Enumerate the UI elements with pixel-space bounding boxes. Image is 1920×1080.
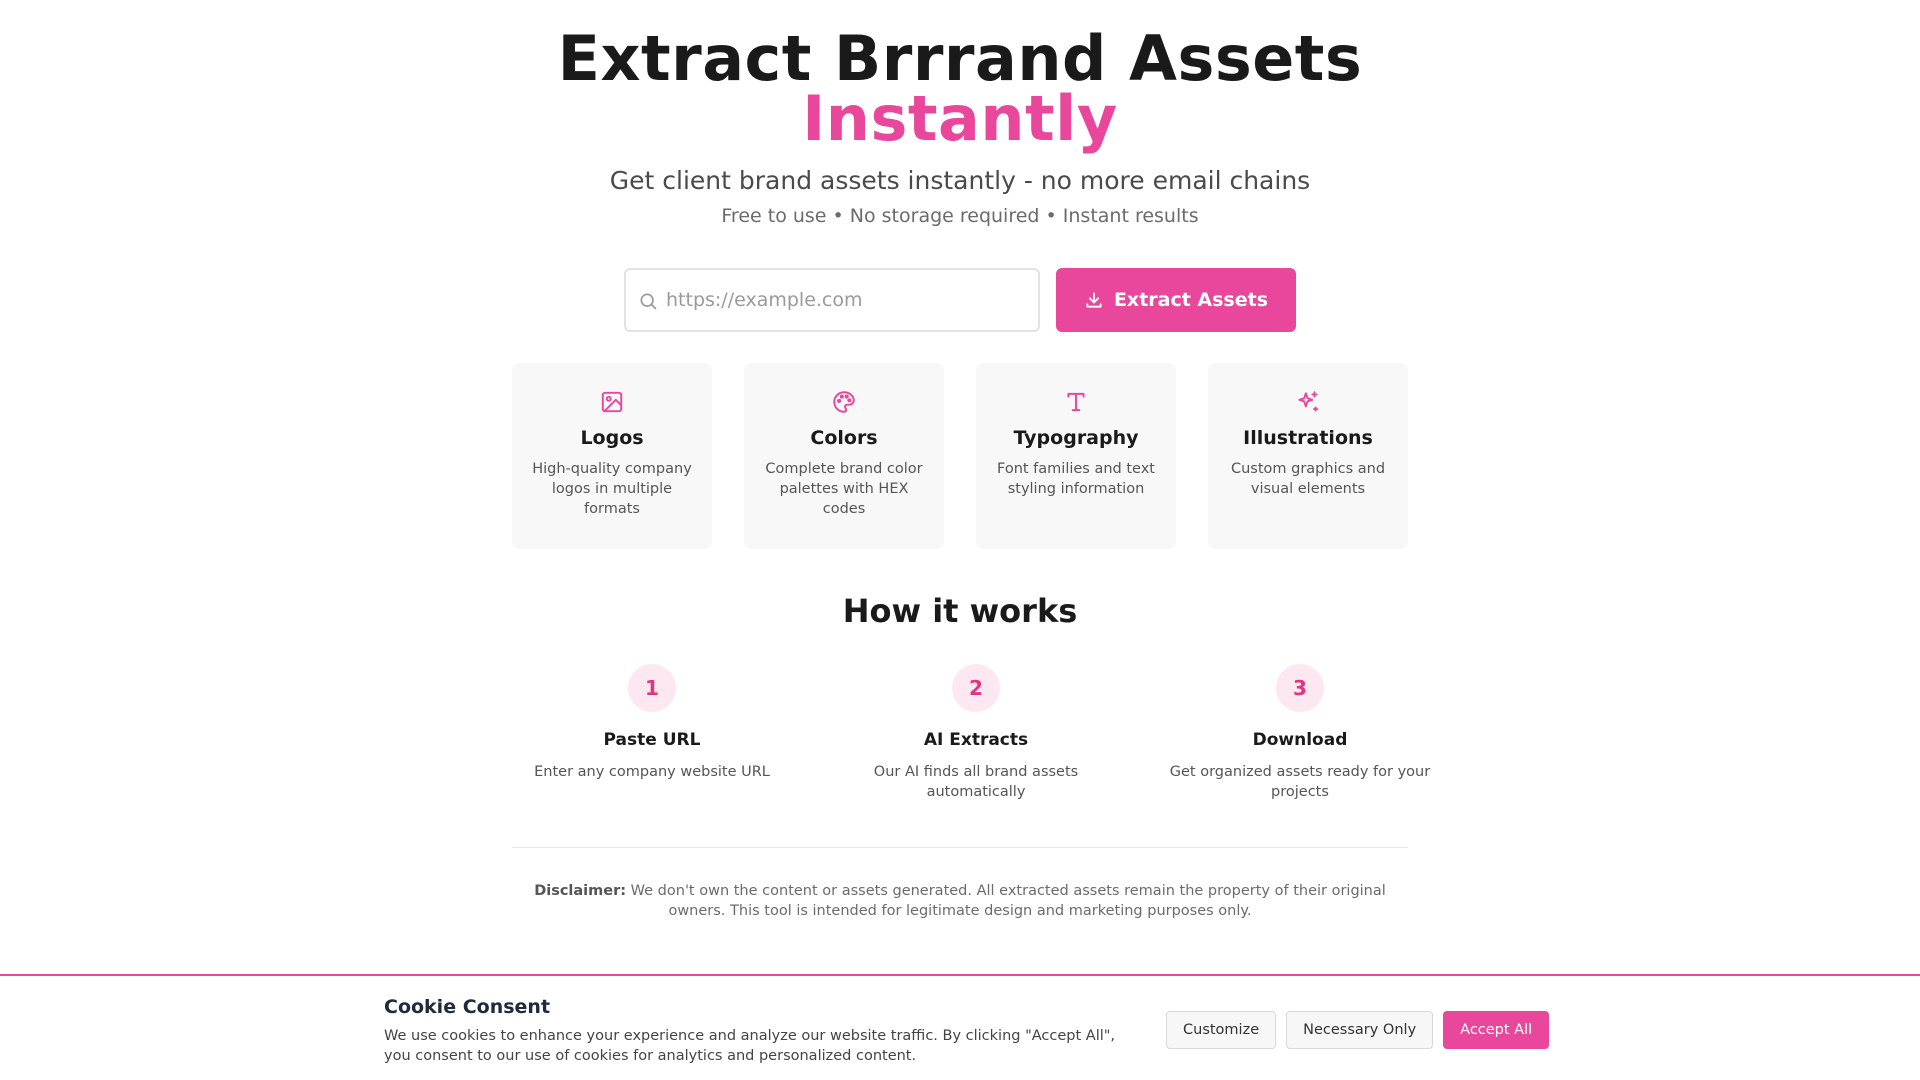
cookie-text: Cookie Consent We use cookies to enhance…	[384, 996, 1144, 1066]
step-item: 3 Download Get organized assets ready fo…	[1160, 664, 1440, 802]
feature-cards: Logos High-quality company logos in mult…	[512, 363, 1408, 549]
step-desc: Our AI finds all brand assets automatica…	[873, 764, 1079, 800]
how-it-works-title: How it works	[842, 592, 1078, 630]
cookie-consent-banner: Cookie Consent We use cookies to enhance…	[0, 974, 1920, 1080]
step-title: AI Extracts	[923, 730, 1029, 750]
image-icon	[601, 391, 623, 413]
steps: 1 Paste URL Enter any company website UR…	[512, 664, 1440, 802]
step-desc: Get organized assets ready for your proj…	[1169, 764, 1431, 800]
sparkles-icon	[1298, 391, 1319, 412]
hero-subtitle: Get client brand assets instantly - no m…	[609, 166, 1311, 195]
step-title: Download	[1252, 730, 1348, 750]
feature-desc: Custom graphics and visual elements	[1230, 461, 1386, 497]
feature-card-illustrations: Illustrations Custom graphics and visual…	[1208, 363, 1408, 549]
hero-tagline: Free to use • No storage required • Inst…	[721, 205, 1199, 227]
url-input-wrapper	[624, 268, 1040, 332]
page-title: Extract Brrrand Assets Instantly	[0, 28, 1920, 150]
disclaimer-text: We don't own the content or assets gener…	[630, 883, 1386, 919]
step-number: 3	[1276, 664, 1324, 712]
feature-card-colors: Colors Complete brand color palettes wit…	[744, 363, 944, 549]
feature-card-typography: Typography Font families and text stylin…	[976, 363, 1176, 549]
cookie-actions: Customize Necessary Only Accept All	[1166, 1011, 1550, 1049]
step-desc: Enter any company website URL	[534, 764, 770, 780]
hero: Extract Brrrand Assets Instantly Get cli…	[0, 28, 1920, 228]
feature-desc: High-quality company logos in multiple f…	[532, 461, 692, 517]
step-number: 2	[952, 664, 1000, 712]
page-title-accent: Instantly	[802, 82, 1118, 155]
cookie-title: Cookie Consent	[384, 996, 551, 1018]
feature-desc: Font families and text styling informati…	[997, 461, 1155, 497]
extract-assets-button[interactable]: Extract Assets	[1056, 268, 1296, 332]
feature-title: Typography	[1013, 427, 1139, 449]
step-number: 1	[628, 664, 676, 712]
divider	[512, 847, 1408, 848]
disclaimer-label: Disclaimer:	[534, 883, 627, 899]
step-item: 1 Paste URL Enter any company website UR…	[512, 664, 792, 802]
step-item: 2 AI Extracts Our AI finds all brand ass…	[836, 664, 1116, 802]
download-icon	[1086, 292, 1102, 308]
disclaimer: Disclaimer: We don't own the content or …	[512, 881, 1408, 921]
feature-title: Logos	[580, 427, 644, 449]
cookie-body: We use cookies to enhance your experienc…	[384, 1028, 1116, 1064]
type-icon	[1067, 392, 1085, 412]
extract-assets-label: Extract Assets	[1113, 289, 1269, 311]
customize-button[interactable]: Customize	[1166, 1011, 1277, 1049]
search-icon	[640, 293, 657, 310]
feature-desc: Complete brand color palettes with HEX c…	[765, 461, 923, 517]
step-title: Paste URL	[603, 730, 701, 750]
accept-all-button[interactable]: Accept All	[1443, 1011, 1550, 1049]
palette-icon	[833, 391, 855, 413]
feature-title: Colors	[810, 427, 878, 449]
url-input[interactable]	[626, 270, 1038, 330]
feature-title: Illustrations	[1243, 427, 1373, 449]
extract-form: Extract Assets	[624, 268, 1296, 332]
feature-card-logos: Logos High-quality company logos in mult…	[512, 363, 712, 549]
necessary-only-button[interactable]: Necessary Only	[1286, 1011, 1434, 1049]
